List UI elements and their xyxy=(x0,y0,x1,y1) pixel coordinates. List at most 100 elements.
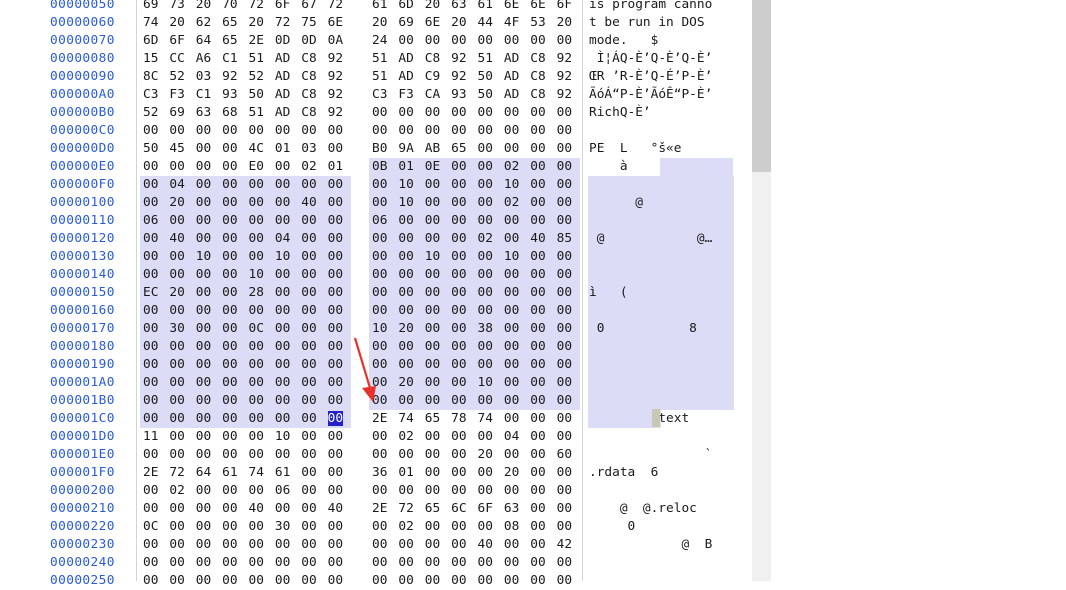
hex-byte[interactable]: 20 xyxy=(475,446,501,464)
hex-byte[interactable]: 00 xyxy=(219,212,246,230)
hex-byte[interactable]: 00 xyxy=(474,338,501,356)
hex-byte[interactable]: 00 xyxy=(448,518,474,536)
hex-byte[interactable]: 00 xyxy=(298,356,325,374)
hex-byte[interactable]: 00 xyxy=(421,266,449,284)
hex-byte[interactable]: 00 xyxy=(395,104,421,122)
hex-byte[interactable]: 85 xyxy=(553,230,580,248)
hex-byte[interactable]: 74 xyxy=(246,464,272,482)
hex-byte[interactable]: 92 xyxy=(554,50,580,68)
hex-byte[interactable]: 02 xyxy=(395,428,421,446)
hex-byte[interactable]: 00 xyxy=(500,212,528,230)
hex-byte[interactable]: 00 xyxy=(166,122,192,140)
hex-byte[interactable]: 4F xyxy=(501,14,527,32)
ascii-row[interactable]: ÃóÁ“P-È’ÃóÊ“P-È’ xyxy=(586,86,736,104)
hex-byte[interactable]: 00 xyxy=(475,428,501,446)
hex-byte[interactable]: 00 xyxy=(475,518,501,536)
hex-byte[interactable]: 00 xyxy=(324,302,351,320)
hex-byte[interactable]: 00 xyxy=(475,572,501,590)
hex-byte[interactable]: AD xyxy=(272,50,298,68)
hex-byte[interactable]: 00 xyxy=(140,482,166,500)
hex-byte[interactable]: 00 xyxy=(395,392,422,410)
hex-byte[interactable]: 00 xyxy=(527,338,554,356)
hex-byte[interactable]: 00 xyxy=(140,230,167,248)
hex-row[interactable]: 50 45 00 00 4C 01 03 00 B0 9A AB 65 00 00 00 00 xyxy=(140,140,580,158)
hex-byte[interactable]: 20 xyxy=(193,0,219,14)
hex-byte[interactable]: 00 xyxy=(325,140,351,158)
hex-byte[interactable]: 00 xyxy=(553,212,580,230)
hex-row[interactable]: EC 20 00 00 28 00 00 00 00 00 00 00 00 00 00 00 xyxy=(140,284,580,302)
hex-byte[interactable]: F3 xyxy=(166,86,192,104)
hex-byte[interactable]: 00 xyxy=(298,338,325,356)
hex-byte[interactable]: 00 xyxy=(166,302,193,320)
hex-byte[interactable]: C8 xyxy=(298,104,324,122)
hex-byte[interactable]: 63 xyxy=(193,104,219,122)
hex-byte[interactable]: 00 xyxy=(298,122,324,140)
hex-byte[interactable]: 00 xyxy=(369,428,395,446)
ascii-row[interactable] xyxy=(586,356,736,374)
hex-byte[interactable]: 52 xyxy=(166,68,192,86)
hex-byte[interactable]: 08 xyxy=(501,518,527,536)
hex-byte[interactable]: 72 xyxy=(272,14,298,32)
hex-byte[interactable]: 00 xyxy=(271,320,299,338)
hex-byte[interactable]: 00 xyxy=(246,428,272,446)
hex-byte[interactable]: 00 xyxy=(325,122,351,140)
hex-byte[interactable]: 00 xyxy=(246,518,272,536)
hex-byte[interactable]: 00 xyxy=(448,554,474,572)
hex-byte[interactable]: 00 xyxy=(272,500,298,518)
hex-byte[interactable]: 92 xyxy=(325,50,351,68)
hex-byte[interactable]: 93 xyxy=(219,86,245,104)
hex-byte[interactable]: 00 xyxy=(527,158,554,176)
hex-byte[interactable]: C8 xyxy=(527,86,553,104)
hex-byte[interactable]: 00 xyxy=(421,302,449,320)
hex-byte[interactable]: 00 xyxy=(553,392,580,410)
hex-byte[interactable]: 00 xyxy=(140,302,167,320)
hex-byte[interactable]: 00 xyxy=(140,536,166,554)
hex-row[interactable]: 8C 52 03 92 52 AD C8 92 51 AD C9 92 50 AD C8 92 xyxy=(140,68,580,86)
hex-byte[interactable]: 00 xyxy=(448,392,475,410)
hex-byte[interactable]: 00 xyxy=(448,356,475,374)
hex-byte[interactable]: 00 xyxy=(298,230,325,248)
hex-byte[interactable]: 00 xyxy=(554,32,580,50)
hex-byte[interactable]: B0 xyxy=(369,140,395,158)
hex-row[interactable]: 00 00 00 00 40 00 00 40 2E 72 65 6C 6F 63 00 00 xyxy=(140,500,580,518)
hex-byte[interactable]: 00 xyxy=(527,500,553,518)
hex-byte[interactable]: 00 xyxy=(271,392,299,410)
hex-byte[interactable]: 00 xyxy=(140,122,166,140)
hex-byte[interactable]: 72 xyxy=(246,0,272,14)
hex-byte[interactable]: 00 xyxy=(500,320,528,338)
hex-byte[interactable]: 00 xyxy=(474,212,501,230)
hex-byte[interactable]: 00 xyxy=(140,392,167,410)
hex-byte[interactable]: 00 xyxy=(192,320,220,338)
hex-byte[interactable]: 00 xyxy=(501,482,527,500)
hex-byte[interactable]: 00 xyxy=(192,374,220,392)
hex-byte[interactable]: 78 xyxy=(448,410,474,428)
hex-byte[interactable]: 51 xyxy=(369,50,395,68)
hex-byte[interactable]: 00 xyxy=(192,194,220,212)
hex-byte[interactable]: 00 xyxy=(554,554,580,572)
hex-row[interactable]: 00 20 00 00 00 00 40 00 00 10 00 00 00 02 00 00 xyxy=(140,194,580,212)
hex-byte[interactable]: 00 xyxy=(245,338,272,356)
hex-byte[interactable]: 00 xyxy=(421,338,449,356)
hex-byte[interactable]: 00 xyxy=(369,554,395,572)
ascii-row[interactable] xyxy=(586,212,736,230)
hex-byte[interactable]: 02 xyxy=(500,194,528,212)
hex-byte[interactable]: 00 xyxy=(554,572,580,590)
hex-byte[interactable]: 00 xyxy=(501,446,527,464)
hex-row[interactable]: 52 69 63 68 51 AD C8 92 00 00 00 00 00 00 00 00 xyxy=(140,104,580,122)
hex-byte[interactable]: 00 xyxy=(325,446,351,464)
hex-byte[interactable]: 00 xyxy=(140,572,166,590)
hex-byte[interactable]: 00 xyxy=(325,518,351,536)
hex-byte[interactable]: 00 xyxy=(192,302,220,320)
ascii-row[interactable] xyxy=(586,266,736,284)
hex-byte[interactable]: 00 xyxy=(501,140,527,158)
ascii-row[interactable] xyxy=(586,122,736,140)
hex-byte[interactable]: 00 xyxy=(193,428,219,446)
hex-byte[interactable]: 00 xyxy=(422,482,448,500)
hex-byte[interactable]: 04 xyxy=(501,428,527,446)
hex-byte[interactable]: C8 xyxy=(298,86,324,104)
hex-byte[interactable]: E0 xyxy=(246,158,272,176)
hex-byte[interactable]: 00 xyxy=(298,392,325,410)
hex-byte[interactable]: 00 xyxy=(369,536,395,554)
hex-byte[interactable]: 00 xyxy=(422,122,448,140)
hex-byte[interactable]: 00 xyxy=(421,194,449,212)
